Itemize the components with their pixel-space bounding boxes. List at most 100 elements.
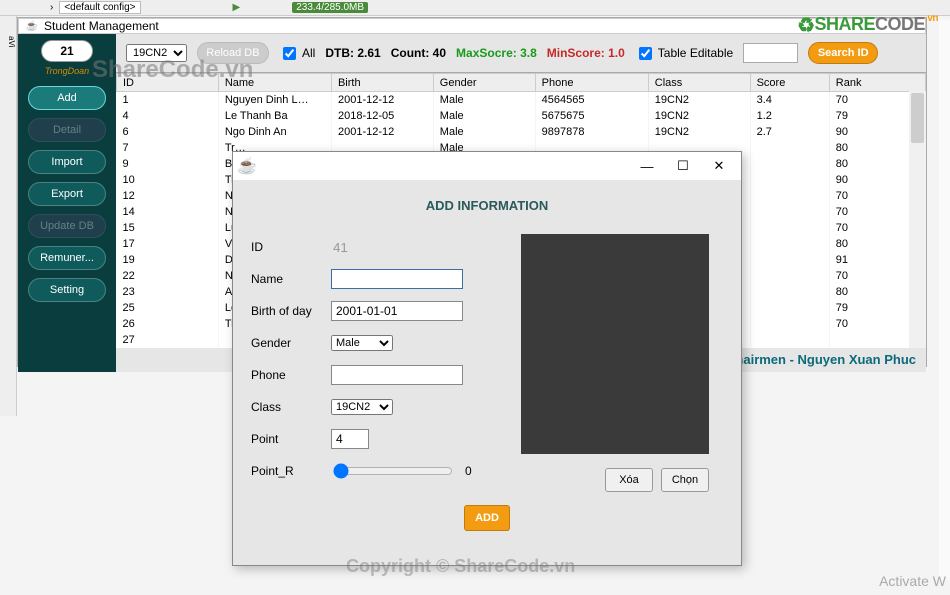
reload-db-button[interactable]: Reload DB	[197, 42, 269, 64]
table-cell	[750, 300, 829, 316]
titlebar: ☕ Student Management	[18, 18, 926, 34]
column-header[interactable]: Name	[218, 74, 331, 92]
point-field[interactable]	[331, 429, 369, 449]
table-cell: 1	[117, 92, 219, 108]
dtb-label: DTB: 2.61	[325, 46, 380, 60]
minimize-button[interactable]: —	[629, 152, 665, 180]
table-cell	[750, 252, 829, 268]
updatedb-button: Update DB	[28, 214, 106, 238]
table-cell: Male	[433, 92, 535, 108]
table-cell	[750, 140, 829, 156]
class-select[interactable]: 19CN2	[126, 44, 187, 62]
java-icon: ☕	[237, 156, 257, 176]
sidebar-number-pill: 21	[41, 40, 93, 62]
table-cell: 14	[117, 204, 219, 220]
table-cell: 23	[117, 284, 219, 300]
column-header[interactable]: Gender	[433, 74, 535, 92]
image-preview	[521, 234, 709, 454]
gender-label: Gender	[251, 336, 331, 350]
all-checkbox-wrap[interactable]: All	[279, 44, 315, 63]
pointr-slider[interactable]	[333, 463, 453, 479]
table-cell	[750, 204, 829, 220]
choose-button[interactable]: Chọn	[661, 468, 709, 492]
search-id-button[interactable]: Search ID	[808, 42, 878, 64]
table-cell: 4	[117, 108, 219, 124]
column-header[interactable]: Rank	[829, 74, 925, 92]
table-cell	[750, 284, 829, 300]
table-cell: 1.2	[750, 108, 829, 124]
column-header[interactable]: Phone	[535, 74, 648, 92]
table-cell: Male	[433, 108, 535, 124]
setting-button[interactable]: Setting	[28, 278, 106, 302]
class-label: Class	[251, 400, 331, 414]
close-button[interactable]: ✕	[701, 152, 737, 180]
window-title: Student Management	[44, 19, 159, 33]
table-cell: 5675675	[535, 108, 648, 124]
table-cell: 27	[117, 332, 219, 348]
table-row[interactable]: 4Le Thanh Ba2018-12-05Male567567519CN21.…	[117, 108, 926, 124]
activate-windows-text: Activate W	[879, 573, 946, 589]
table-cell: Male	[433, 124, 535, 140]
table-row[interactable]: 6Ngo Dinh An2001-12-12Male989787819CN22.…	[117, 124, 926, 140]
table-cell	[750, 172, 829, 188]
table-cell: 6	[117, 124, 219, 140]
delete-button[interactable]: Xóa	[605, 468, 653, 492]
column-header[interactable]: Birth	[331, 74, 433, 92]
add-information-dialog: ☕ — ☐ ✕ ADD INFORMATION ID Name Birth of…	[232, 151, 742, 566]
class-select-form[interactable]: 19CN2	[331, 399, 393, 415]
table-cell: 19CN2	[648, 108, 750, 124]
table-cell: 26	[117, 316, 219, 332]
java-icon: ☕	[25, 19, 39, 33]
pointr-end-label: 0	[465, 464, 472, 478]
editable-checkbox-wrap[interactable]: Table Editable	[635, 44, 733, 63]
editable-checkbox[interactable]	[639, 47, 652, 60]
table-cell: 25	[117, 300, 219, 316]
export-button[interactable]: Export	[28, 182, 106, 206]
table-cell: 7	[117, 140, 219, 156]
gender-select[interactable]: Male	[331, 335, 393, 351]
table-cell: 2.7	[750, 124, 829, 140]
maximize-button[interactable]: ☐	[665, 152, 701, 180]
table-cell: 17	[117, 236, 219, 252]
table-cell: 19	[117, 252, 219, 268]
table-cell: 2018-12-05	[331, 108, 433, 124]
count-label: Count: 40	[391, 46, 446, 60]
maxscore-label: MaxSocre: 3.8	[456, 46, 537, 60]
add-submit-button[interactable]: ADD	[464, 505, 510, 531]
name-field[interactable]	[331, 269, 463, 289]
table-row[interactable]: 1Nguyen Dinh L…2001-12-12Male456456519CN…	[117, 92, 926, 108]
table-cell: 19CN2	[648, 92, 750, 108]
search-input[interactable]	[743, 43, 798, 63]
table-cell	[750, 236, 829, 252]
name-label: Name	[251, 272, 331, 286]
point-label: Point	[251, 432, 331, 446]
all-checkbox[interactable]	[283, 47, 296, 60]
import-button[interactable]: Import	[28, 150, 106, 174]
scrollbar-thumb[interactable]	[911, 93, 924, 143]
table-cell: 2001-12-12	[331, 92, 433, 108]
dialog-titlebar: ☕ — ☐ ✕	[233, 152, 741, 180]
pointr-label: Point_R	[251, 464, 331, 478]
birth-label: Birth of day	[251, 304, 331, 318]
add-button[interactable]: Add	[28, 86, 106, 110]
phone-field[interactable]	[331, 365, 463, 385]
birth-field[interactable]	[331, 301, 463, 321]
column-header[interactable]: Score	[750, 74, 829, 92]
table-cell: 15	[117, 220, 219, 236]
id-label: ID	[251, 240, 331, 254]
table-cell: 19CN2	[648, 124, 750, 140]
column-header[interactable]: Class	[648, 74, 750, 92]
table-cell: 12	[117, 188, 219, 204]
table-cell: 10	[117, 172, 219, 188]
table-cell	[750, 220, 829, 236]
remuner-button[interactable]: Remuner...	[28, 246, 106, 270]
scrollbar-vertical[interactable]	[909, 91, 926, 348]
table-cell: Nguyen Dinh L…	[218, 92, 331, 108]
sidebar: 21 TrongDoan Add Detail Import Export Up…	[18, 34, 116, 372]
toolbar: 19CN2 Reload DB All DTB: 2.61 Count: 40 …	[116, 34, 926, 72]
table-cell: 22	[117, 268, 219, 284]
table-cell: 9	[117, 156, 219, 172]
column-header[interactable]: ID	[117, 74, 219, 92]
sharecode-logo: ♻SHARECODE.vn	[797, 13, 938, 38]
table-cell: 3.4	[750, 92, 829, 108]
